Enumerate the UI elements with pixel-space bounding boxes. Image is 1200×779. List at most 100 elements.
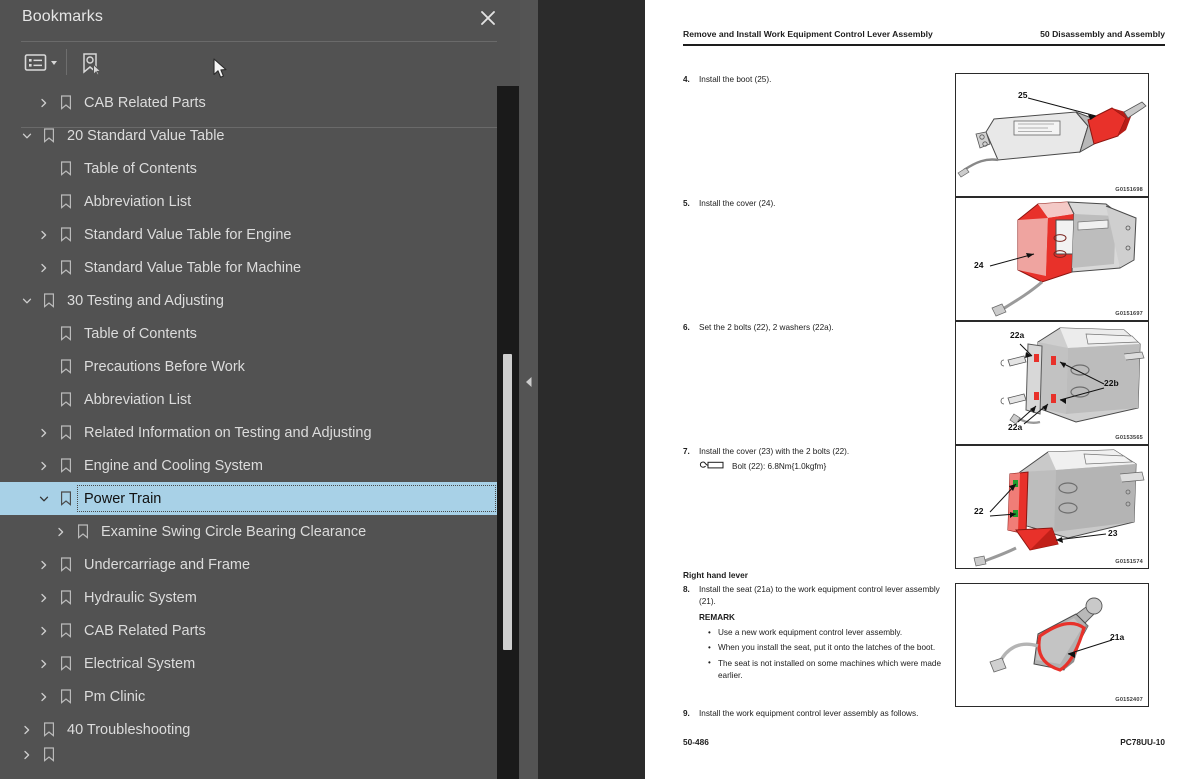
list-item-label: Hydraulic System bbox=[84, 589, 197, 606]
bookmark-icon bbox=[55, 614, 77, 647]
step-text: Install the seat (21a) to the work equip… bbox=[699, 585, 940, 606]
list-item[interactable]: Standard Value Table for Engine bbox=[0, 218, 497, 251]
list-item[interactable]: Table of Contents bbox=[0, 317, 497, 350]
step-item: 5. Install the cover (24). bbox=[683, 198, 933, 210]
list-item-selected[interactable]: Power Train bbox=[0, 482, 497, 515]
step-text: Install the cover (23) with the 2 bolts … bbox=[699, 447, 850, 456]
remark-bullet-list: Use a new work equipment control lever a… bbox=[707, 627, 952, 685]
chevron-right-icon[interactable] bbox=[50, 515, 72, 548]
list-item[interactable]: Related Information on Testing and Adjus… bbox=[0, 416, 497, 449]
figure-illustration: 25 G0151698 bbox=[955, 73, 1149, 197]
chevron-right-icon[interactable] bbox=[33, 251, 55, 284]
list-item[interactable]: Table of Contents bbox=[0, 152, 497, 185]
list-item[interactable]: Abbreviation List bbox=[0, 383, 497, 416]
list-item-label: Pm Clinic bbox=[84, 688, 146, 705]
list-item-label: Table of Contents bbox=[84, 160, 197, 177]
list-item-label: 20 Standard Value Table bbox=[67, 127, 225, 144]
scrollbar-thumb[interactable] bbox=[503, 354, 512, 650]
bookmarks-panel: Bookmarks CAB Related Parts 20 Standard … bbox=[0, 0, 520, 779]
chevron-down-icon[interactable] bbox=[16, 284, 38, 317]
page-header-rule bbox=[683, 44, 1165, 46]
chevron-right-icon[interactable] bbox=[33, 581, 55, 614]
chevron-right-icon[interactable] bbox=[16, 746, 38, 763]
bookmark-icon bbox=[55, 581, 77, 614]
figure-label: 22a bbox=[1010, 330, 1025, 340]
bookmark-icon bbox=[55, 416, 77, 449]
list-options-icon[interactable] bbox=[24, 52, 60, 74]
figure-code: G0153565 bbox=[1115, 435, 1143, 441]
list-item[interactable]: Examine Swing Circle Bearing Clearance bbox=[0, 515, 497, 548]
list-item-label: Electrical System bbox=[84, 655, 196, 672]
bookmark-icon bbox=[55, 251, 77, 284]
bookmark-icon bbox=[55, 218, 77, 251]
chevron-right-icon[interactable] bbox=[33, 218, 55, 251]
bookmark-icon bbox=[38, 746, 60, 763]
chevron-right-icon[interactable] bbox=[33, 680, 55, 713]
bookmark-icon bbox=[55, 449, 77, 482]
close-icon[interactable] bbox=[474, 4, 502, 32]
list-item[interactable]: Engine and Cooling System bbox=[0, 449, 497, 482]
list-item-label: CAB Related Parts bbox=[84, 622, 206, 639]
chevron-right-icon[interactable] bbox=[33, 548, 55, 581]
list-item[interactable] bbox=[0, 746, 497, 763]
mouse-cursor bbox=[213, 58, 229, 85]
list-item[interactable]: Abbreviation List bbox=[0, 185, 497, 218]
chevron-right-icon[interactable] bbox=[16, 713, 38, 746]
list-item[interactable]: CAB Related Parts bbox=[0, 614, 497, 647]
bookmark-icon bbox=[38, 119, 60, 152]
triangle-left-icon[interactable] bbox=[521, 371, 537, 393]
bookmarks-panel-header: Bookmarks bbox=[0, 0, 520, 42]
list-item-label: Abbreviation List bbox=[84, 193, 192, 210]
toolbar-separator bbox=[66, 49, 67, 75]
document-viewer-background bbox=[538, 0, 645, 779]
chevron-down-icon[interactable] bbox=[33, 482, 55, 515]
bookmark-icon bbox=[55, 548, 77, 581]
list-item[interactable]: Precautions Before Work bbox=[0, 350, 497, 383]
list-item-label: 30 Testing and Adjusting bbox=[67, 292, 224, 309]
list-item[interactable]: CAB Related Parts bbox=[0, 86, 497, 119]
list-item: The seat is not installed on some machin… bbox=[707, 657, 952, 682]
list-item[interactable]: Pm Clinic bbox=[0, 680, 497, 713]
step-number: 8. bbox=[683, 585, 690, 594]
list-item[interactable]: Undercarriage and Frame bbox=[0, 548, 497, 581]
figure-illustration: 22a 22b 22a G0153565 bbox=[955, 321, 1149, 445]
chevron-right-icon[interactable] bbox=[33, 614, 55, 647]
list-item-label: Standard Value Table for Engine bbox=[84, 226, 292, 243]
chevron-down-icon[interactable] bbox=[16, 119, 38, 152]
list-item-label bbox=[66, 747, 71, 763]
step-item: 8. Install the seat (21a) to the work eq… bbox=[683, 584, 945, 607]
list-item-label: 40 Troubleshooting bbox=[67, 721, 191, 738]
bookmark-scrollbar[interactable] bbox=[497, 86, 519, 779]
figure-label: 21a bbox=[1110, 632, 1125, 642]
list-item[interactable]: Standard Value Table for Machine bbox=[0, 251, 497, 284]
list-item-label: CAB Related Parts bbox=[84, 94, 206, 111]
list-item[interactable]: Hydraulic System bbox=[0, 581, 497, 614]
list-item[interactable]: 40 Troubleshooting bbox=[0, 713, 497, 746]
figure-code: G0151697 bbox=[1115, 311, 1143, 317]
chevron-right-icon[interactable] bbox=[33, 647, 55, 680]
step-item: 7. Install the cover (23) with the 2 bol… bbox=[683, 446, 943, 458]
list-item[interactable]: Electrical System bbox=[0, 647, 497, 680]
step-item: 4. Install the boot (25). bbox=[683, 74, 933, 86]
remark-heading: REMARK bbox=[699, 613, 735, 622]
figure-label: 25 bbox=[1018, 90, 1028, 100]
chevron-right-icon[interactable] bbox=[33, 449, 55, 482]
list-item-label: Undercarriage and Frame bbox=[84, 556, 251, 573]
list-item[interactable]: 20 Standard Value Table bbox=[0, 119, 497, 152]
chevron-right-icon[interactable] bbox=[33, 86, 55, 119]
list-item[interactable]: 30 Testing and Adjusting bbox=[0, 284, 497, 317]
bookmark-icon bbox=[55, 482, 77, 515]
figure-code: G0151698 bbox=[1115, 187, 1143, 193]
list-item-label: Table of Contents bbox=[84, 325, 197, 342]
step-number: 7. bbox=[683, 447, 690, 456]
bookmark-tree: Work Equipment CAB Related Parts20 Stand… bbox=[0, 86, 497, 779]
bookmark-icon bbox=[55, 350, 77, 383]
chevron-right-icon[interactable] bbox=[33, 416, 55, 449]
step-number: 6. bbox=[683, 323, 690, 332]
step-item: 6. Set the 2 bolts (22), 2 washers (22a)… bbox=[683, 322, 943, 334]
bookmark-pointer-icon[interactable] bbox=[78, 51, 104, 77]
bookmark-icon bbox=[55, 317, 77, 350]
bookmark-icon bbox=[38, 713, 60, 746]
list-item: When you install the seat, put it onto t… bbox=[707, 642, 952, 654]
